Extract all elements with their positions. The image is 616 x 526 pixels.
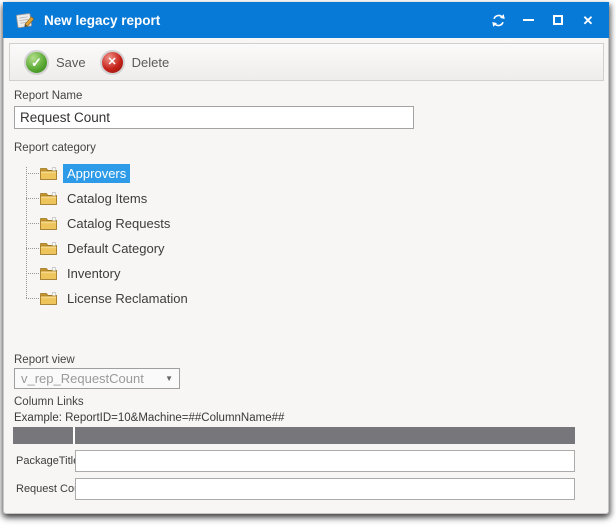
report-name-label: Report Name [14, 90, 82, 102]
folder-icon [40, 267, 57, 280]
tree-item-label: License Reclamation [63, 289, 192, 308]
tree-item-inventory[interactable]: Inventory [14, 261, 334, 286]
report-name-input[interactable] [14, 106, 414, 129]
header-cell-link [75, 427, 575, 444]
report-category-label: Report category [14, 142, 96, 154]
table-row: PackageTitle [13, 449, 575, 472]
table-row: Request Count [13, 477, 575, 500]
folder-icon [40, 217, 57, 230]
request-count-link-input[interactable] [75, 478, 575, 500]
report-view-value: v_rep_RequestCount [21, 371, 161, 386]
packagetitle-link-input[interactable] [75, 450, 575, 472]
toolbar: ✓ Save ✕ Delete [9, 43, 604, 81]
window-controls: ✕ [483, 6, 603, 34]
folder-icon [40, 242, 57, 255]
tree-item-label: Catalog Items [63, 189, 151, 208]
tree-item-label: Catalog Requests [63, 214, 174, 233]
folder-icon [40, 167, 57, 180]
minimize-icon [523, 19, 534, 21]
report-view-label: Report view [14, 354, 75, 366]
close-button[interactable]: ✕ [573, 6, 603, 34]
refresh-icon [491, 13, 506, 28]
dialog-window: New legacy report ✕ [3, 2, 609, 514]
column-links-header [13, 427, 575, 444]
tree-item-catalog-requests[interactable]: Catalog Requests [14, 211, 334, 236]
folder-icon [40, 192, 57, 205]
header-cell-name [13, 427, 73, 444]
save-icon: ✓ [24, 50, 49, 75]
report-category-tree: Approvers Catalog Items Catalog [14, 161, 334, 311]
minimize-button[interactable] [513, 6, 543, 34]
folder-icon [40, 292, 57, 305]
maximize-icon [553, 15, 563, 25]
chevron-down-icon: ▼ [165, 374, 173, 383]
delete-button[interactable]: ✕ Delete [100, 50, 170, 75]
tree-item-license-reclamation[interactable]: License Reclamation [14, 286, 334, 311]
refresh-button[interactable] [483, 6, 513, 34]
tree-item-catalog-items[interactable]: Catalog Items [14, 186, 334, 211]
delete-icon: ✕ [100, 50, 125, 75]
tree-item-label: Default Category [63, 239, 169, 258]
tree-item-approvers[interactable]: Approvers [14, 161, 334, 186]
row-label-request-count: Request Count [13, 483, 75, 495]
column-links-label: Column Links [14, 396, 84, 408]
close-icon: ✕ [583, 14, 594, 27]
report-view-select[interactable]: v_rep_RequestCount ▼ [14, 368, 180, 389]
tree-item-default-category[interactable]: Default Category [14, 236, 334, 261]
window-title: New legacy report [44, 13, 160, 28]
maximize-button[interactable] [543, 6, 573, 34]
title-bar[interactable]: New legacy report ✕ [3, 2, 609, 38]
delete-button-label: Delete [132, 55, 170, 70]
screen: New legacy report ✕ [0, 0, 616, 526]
notepad-pencil-icon [14, 11, 35, 30]
column-links-example: Example: ReportID=10&Machine=##ColumnNam… [14, 412, 284, 424]
tree-item-label: Inventory [63, 264, 124, 283]
row-label-packagetitle: PackageTitle [13, 455, 75, 467]
save-button[interactable]: ✓ Save [24, 50, 86, 75]
save-button-label: Save [56, 55, 86, 70]
tree-item-label: Approvers [63, 164, 130, 183]
